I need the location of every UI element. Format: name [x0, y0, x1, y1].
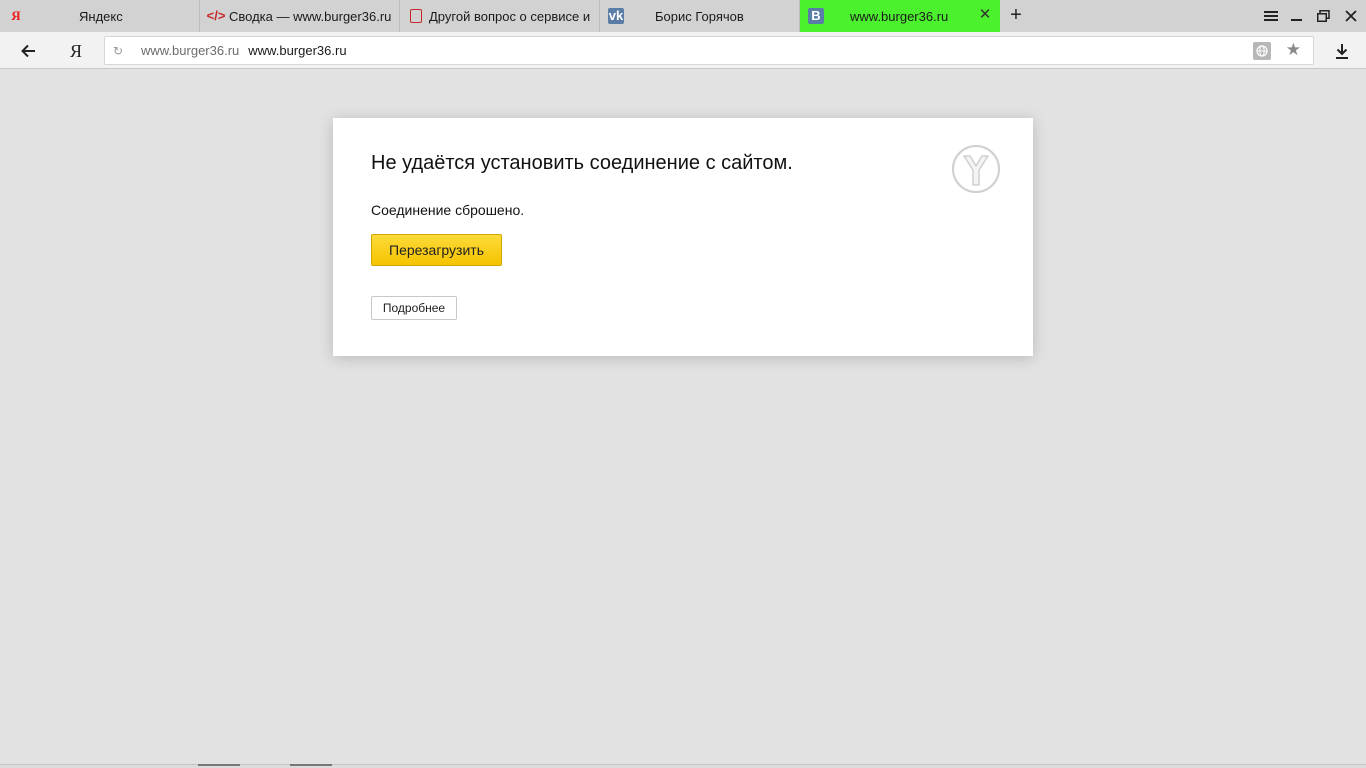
- taskbar-edge: [0, 764, 1366, 768]
- vk-icon: vk: [608, 8, 624, 24]
- code-icon: </>: [206, 8, 226, 23]
- navigation-bar: Я ↻ www.burger36.ru www.burger36.ru ★: [0, 32, 1366, 69]
- address-host: www.burger36.ru: [141, 43, 240, 58]
- yandex-home-button[interactable]: Я: [63, 38, 89, 64]
- new-tab-button[interactable]: +: [1004, 4, 1028, 28]
- details-button[interactable]: Подробнее: [371, 296, 457, 320]
- download-icon: [1336, 43, 1348, 59]
- b-icon: B: [808, 8, 824, 24]
- menu-button[interactable]: [1258, 4, 1284, 28]
- hamburger-icon: [1264, 11, 1278, 21]
- tab-burger36-active[interactable]: B www.burger36.ru ✕: [800, 0, 1000, 32]
- reload-icon[interactable]: ↻: [113, 44, 127, 58]
- downloads-button[interactable]: [1329, 38, 1355, 64]
- address-bar[interactable]: ↻ www.burger36.ru www.burger36.ru ★: [104, 36, 1314, 65]
- close-tab-icon[interactable]: ✕: [978, 7, 992, 22]
- tab-title: Яндекс: [79, 8, 123, 24]
- globe-icon[interactable]: [1253, 42, 1271, 60]
- document-icon: [408, 8, 424, 24]
- close-icon: [1345, 10, 1357, 22]
- minimize-icon: [1291, 19, 1302, 21]
- restore-icon: [1316, 10, 1330, 22]
- tab-title: Сводка — www.burger36.ru: [229, 8, 392, 24]
- tab-title: www.burger36.ru: [850, 8, 949, 24]
- restore-button[interactable]: [1310, 4, 1336, 28]
- yandex-logo-icon: Я: [11, 8, 21, 23]
- error-heading: Не удаётся установить соединение с сайто…: [371, 152, 793, 174]
- tab-svodka[interactable]: </> Сводка — www.burger36.ru: [200, 0, 400, 32]
- yandex-browser-logo-icon: [952, 145, 1000, 193]
- tab-title: Борис Горячов: [655, 8, 744, 24]
- back-button[interactable]: [15, 38, 41, 64]
- close-window-button[interactable]: [1338, 4, 1364, 28]
- reload-button[interactable]: Перезагрузить: [371, 234, 502, 266]
- tab-strip: Я Яндекс </> Сводка — www.burger36.ru Др…: [0, 0, 1366, 32]
- address-url[interactable]: www.burger36.ru: [248, 43, 346, 58]
- tab-boris[interactable]: vk Борис Горячов: [600, 0, 800, 32]
- error-card: Не удаётся установить соединение с сайто…: [333, 118, 1033, 356]
- tab-drugoy-vopros[interactable]: Другой вопрос о сервисе и: [400, 0, 600, 32]
- back-arrow-icon: [20, 44, 35, 58]
- error-message: Соединение сброшено.: [371, 202, 525, 218]
- minimize-button[interactable]: [1284, 4, 1310, 28]
- tab-title: Другой вопрос о сервисе и: [429, 8, 591, 24]
- tab-yandex[interactable]: Я Яндекс: [0, 0, 200, 32]
- bookmark-star-icon[interactable]: ★: [1286, 40, 1301, 60]
